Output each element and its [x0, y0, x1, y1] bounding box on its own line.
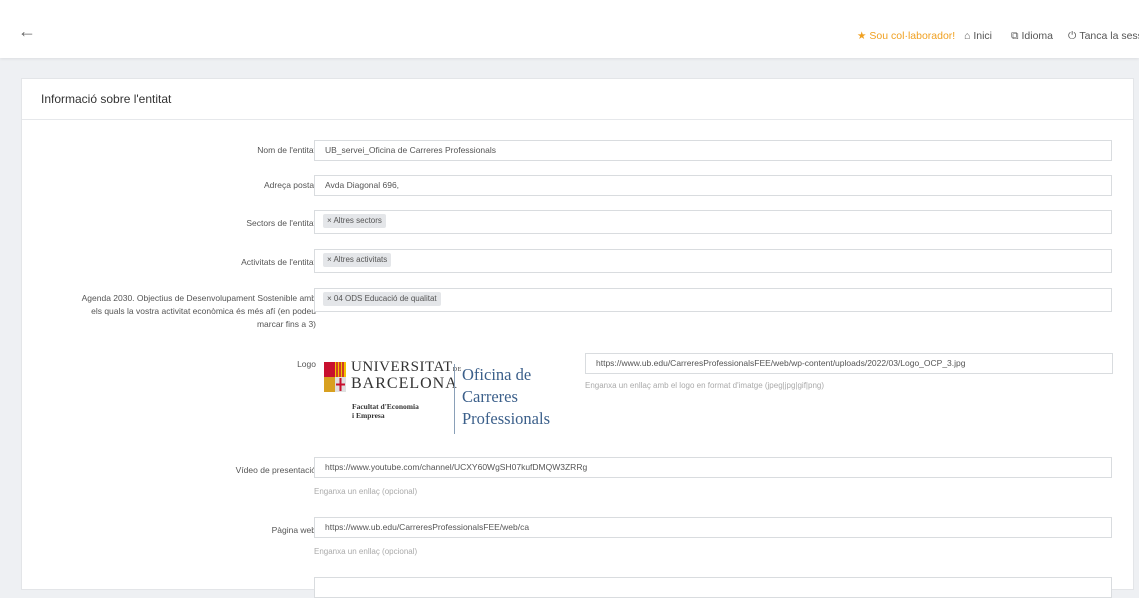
ub-shield-icon — [324, 362, 346, 392]
power-icon: ⏻ — [1068, 30, 1077, 42]
logout-label: Tanca la sessi — [1079, 30, 1139, 42]
postal-address-label: Adreça postal — [264, 180, 316, 190]
agenda-label-line3: marcar fins a 3) — [256, 319, 316, 329]
activities-label: Activitats de l'entitat — [241, 257, 316, 267]
ods-tag[interactable]: × 04 ODS Educació de qualitat — [323, 292, 441, 306]
logo-faculty-text: Facultat d'Economia i Empresa — [352, 402, 419, 420]
video-help-text: Enganxa un enllaç (opcional) — [314, 487, 418, 496]
entity-name-label: Nom de l'entitat — [257, 145, 316, 155]
card-title: Informació sobre l'entitat — [41, 92, 172, 106]
language-label: Idioma — [1021, 30, 1054, 42]
logo-barcelona-text: BARCELONA — [351, 375, 458, 392]
logo-url-input[interactable]: https://www.ub.edu/CarreresProfessionals… — [585, 353, 1113, 374]
logo-uni-line1: UNIVERSITAT — [351, 359, 453, 375]
video-label: Vídeo de presentació — [235, 465, 316, 475]
collaborator-label: Sou col·laborador! — [869, 30, 956, 42]
logo-preview-image: UNIVERSITATDE BARCELONA Facultat d'Econo… — [321, 358, 561, 434]
website-url-input[interactable]: https://www.ub.edu/CarreresProfessionals… — [314, 517, 1112, 538]
logo-label: Logo — [297, 359, 316, 369]
agenda-label-line1: Agenda 2030. Objectius de Desenvolupamen… — [81, 293, 316, 303]
activities-tag[interactable]: × Altres activitats — [323, 253, 392, 267]
postal-address-input[interactable]: Avda Diagonal 696, — [314, 175, 1112, 196]
next-field-input[interactable] — [314, 577, 1112, 598]
language-link[interactable]: ⧉ Idioma — [1011, 30, 1053, 43]
logo-fac-line2: i Empresa — [352, 411, 385, 420]
agenda-label-line2: els quals la vostra activitat econòmica … — [91, 306, 316, 316]
entity-info-card: Informació sobre l'entitat Nom de l'enti… — [21, 78, 1134, 598]
logo-ocp-line3: Professionals — [462, 409, 550, 428]
logo-help-text: Enganxa un enllaç amb el logo en format … — [585, 381, 825, 390]
logout-link[interactable]: ⏻ Tanca la sessi — [1068, 30, 1139, 43]
website-help-text: Enganxa un enllaç (opcional) — [314, 547, 418, 556]
video-url-input[interactable]: https://www.youtube.com/channel/UCXY60Wg… — [314, 457, 1112, 478]
sectors-label: Sectors de l'entitat — [246, 218, 316, 228]
sectors-select[interactable]: × Altres sectors — [314, 210, 1112, 234]
top-navigation-bar: ← ★ Sou col·laborador! ⌂ Inici ⧉ Idioma ⏻ Ta… — [0, 0, 1139, 58]
home-icon: ⌂ — [964, 30, 971, 42]
card-header: Informació sobre l'entitat — [22, 79, 1133, 120]
home-label: Inici — [973, 30, 993, 42]
collaborator-link[interactable]: ★ Sou col·laborador! — [857, 30, 955, 42]
sectors-tag[interactable]: × Altres sectors — [323, 214, 386, 228]
activities-select[interactable]: × Altres activitats — [314, 249, 1112, 273]
logo-divider — [454, 364, 455, 434]
logo-fac-line1: Facultat d'Economia — [352, 402, 419, 411]
map-icon: ⧉ — [1011, 30, 1019, 42]
ods-select[interactable]: × 04 ODS Educació de qualitat — [314, 288, 1112, 312]
star-icon: ★ — [857, 30, 867, 42]
logo-ocp-line2: Carreres — [462, 387, 518, 406]
back-arrow-icon[interactable]: ← — [18, 22, 36, 40]
logo-ocp-line1: Oficina de — [462, 365, 532, 384]
agenda-2030-label: Agenda 2030. Objectius de Desenvolupamen… — [46, 292, 316, 331]
logo-ocp-text: Oficina de Carreres Professionals — [462, 364, 550, 430]
home-link[interactable]: ⌂ Inici — [964, 30, 992, 42]
entity-name-input[interactable]: UB_servei_Oficina de Carreres Profession… — [314, 140, 1112, 161]
website-label: Pàgina web — [271, 525, 316, 535]
